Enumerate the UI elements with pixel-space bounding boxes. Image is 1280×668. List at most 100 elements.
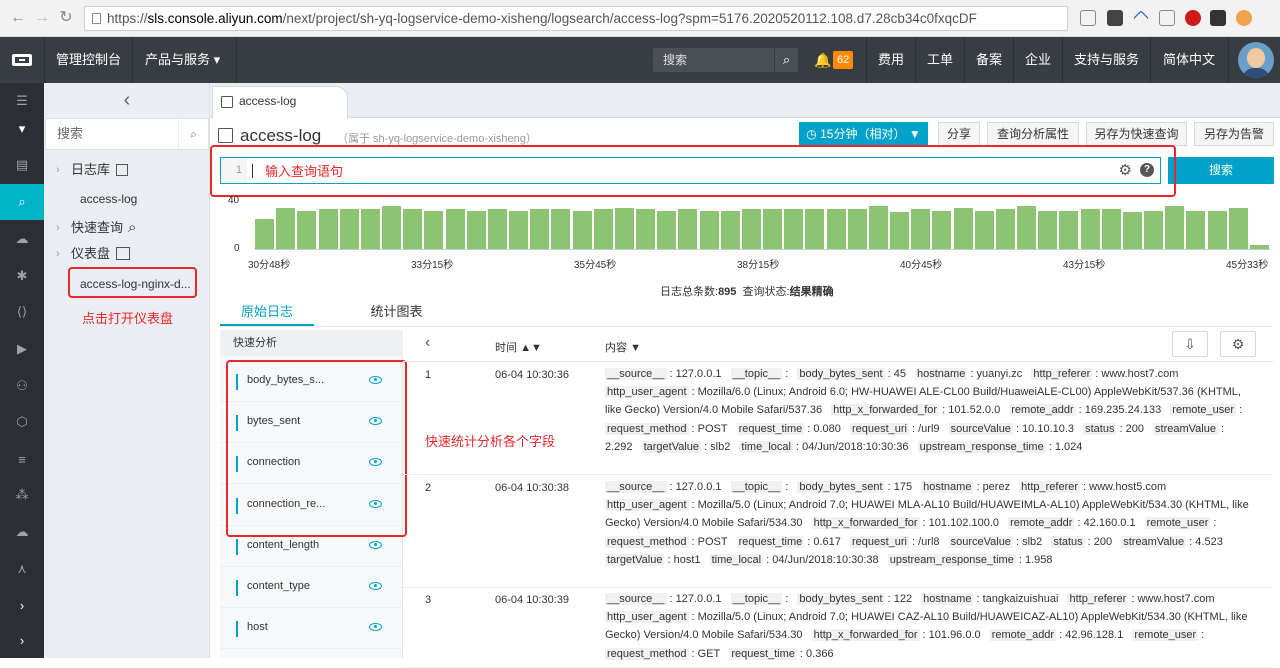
chevron-down-icon[interactable]: ▾ bbox=[0, 111, 44, 147]
histogram-bar[interactable] bbox=[784, 209, 804, 249]
dashboard-item[interactable]: access-log-nginx-d... bbox=[80, 277, 191, 291]
field-value[interactable]: 04/Jun/2018:10:30:38 bbox=[772, 554, 878, 566]
field-value[interactable]: 127.0.0.1 bbox=[676, 593, 722, 605]
quick-field-item[interactable]: body_bytes_s... bbox=[220, 361, 402, 402]
histogram-bar[interactable] bbox=[276, 207, 296, 249]
field-value[interactable]: 175 bbox=[894, 481, 912, 493]
histogram-bar[interactable] bbox=[360, 209, 380, 249]
field-key[interactable]: remote_addr bbox=[1009, 404, 1076, 417]
download-icon[interactable]: ⇩ bbox=[1172, 331, 1208, 357]
field-key[interactable]: body_bytes_sent bbox=[797, 593, 885, 605]
field-value[interactable]: 42.160.0.1 bbox=[1084, 517, 1136, 529]
field-key[interactable]: http_user_agent bbox=[605, 499, 689, 512]
menu-support[interactable]: 支持与服务 bbox=[1074, 37, 1139, 83]
quick-field-item[interactable]: host bbox=[220, 608, 402, 650]
extension-a-icon[interactable] bbox=[1133, 10, 1149, 26]
field-value[interactable]: /url8 bbox=[918, 536, 939, 548]
reader-icon[interactable] bbox=[1080, 10, 1096, 26]
field-value[interactable]: 127.0.0.1 bbox=[676, 481, 722, 493]
reload-icon[interactable]: ↻ bbox=[56, 8, 76, 28]
histogram-bar[interactable] bbox=[911, 209, 931, 249]
field-key[interactable]: remote_addr bbox=[989, 629, 1057, 642]
eye-icon[interactable] bbox=[369, 540, 382, 549]
database-icon[interactable]: ▤ bbox=[0, 147, 44, 183]
field-key[interactable]: http_user_agent bbox=[605, 611, 689, 624]
field-key[interactable]: remote_user bbox=[1132, 629, 1199, 642]
histogram-bar[interactable] bbox=[1017, 206, 1037, 249]
sidebar-item-quick-query[interactable]: › 快速查询 ⌕ bbox=[44, 215, 210, 241]
tab-charts[interactable]: 统计图表 bbox=[324, 299, 469, 326]
field-key[interactable]: body_bytes_sent bbox=[797, 368, 885, 380]
field-value[interactable]: 200 bbox=[1126, 423, 1144, 435]
field-value[interactable]: 4.523 bbox=[1195, 536, 1223, 548]
histogram-bar[interactable] bbox=[1228, 207, 1248, 249]
menu-language[interactable]: 简体中文 bbox=[1163, 37, 1215, 83]
field-key[interactable]: sourceValue bbox=[948, 422, 1013, 435]
histogram-bar[interactable] bbox=[1101, 209, 1121, 249]
histogram-bar[interactable] bbox=[1122, 211, 1142, 249]
code-icon[interactable]: ⟨⟩ bbox=[0, 294, 44, 330]
field-key[interactable]: sourceValue bbox=[948, 535, 1013, 548]
sidebar-search-input[interactable]: 搜索 ⌕ bbox=[45, 118, 209, 150]
histogram-bar[interactable] bbox=[445, 209, 465, 249]
adblock-icon[interactable] bbox=[1185, 10, 1201, 26]
field-value[interactable]: host1 bbox=[674, 554, 701, 566]
histogram-bar[interactable] bbox=[995, 209, 1015, 249]
histogram-bar[interactable] bbox=[974, 210, 994, 249]
histogram-bar[interactable] bbox=[530, 209, 550, 249]
field-key[interactable]: __source__ bbox=[605, 481, 667, 493]
bell-icon[interactable]: 🔔 bbox=[814, 37, 831, 83]
histogram-bar[interactable] bbox=[826, 209, 846, 249]
field-key[interactable]: hostname bbox=[921, 593, 974, 605]
extension-c-icon[interactable] bbox=[1236, 10, 1252, 26]
field-value[interactable]: www.host7.com bbox=[1101, 368, 1178, 380]
gear-icon[interactable]: ⚙ bbox=[1119, 161, 1132, 179]
sidebar-item-logstore[interactable]: › 日志库 bbox=[44, 157, 210, 183]
back-icon[interactable]: ← bbox=[8, 8, 28, 28]
query-input[interactable]: 1 输入查询语句 ⚙ ? bbox=[220, 157, 1161, 184]
histogram-bar[interactable] bbox=[720, 210, 740, 249]
histogram-bar[interactable] bbox=[318, 209, 338, 249]
search-icon[interactable]: ⌕ bbox=[774, 48, 798, 72]
save-quick-query-button[interactable]: 另存为快速查询 bbox=[1086, 122, 1187, 146]
console-link[interactable]: 管理控制台 bbox=[56, 37, 121, 83]
cube-icon[interactable]: ⬡ bbox=[0, 404, 44, 440]
histogram-bar[interactable] bbox=[1038, 210, 1058, 249]
eye-icon[interactable] bbox=[369, 499, 382, 508]
histogram-bars[interactable] bbox=[254, 195, 1270, 250]
col-time[interactable]: 时间 ▲▼ bbox=[495, 339, 542, 355]
table-row[interactable]: 1 06-04 10:30:36 __source__: 127.0.0.1 __t… bbox=[403, 363, 1273, 475]
histogram-bar[interactable] bbox=[1080, 209, 1100, 249]
histogram-bar[interactable] bbox=[890, 211, 910, 249]
table-row[interactable]: 3 06-04 10:30:39 __source__: 127.0.0.1 __t… bbox=[403, 588, 1273, 668]
top-search-input[interactable]: 搜索 ⌕ bbox=[653, 48, 798, 72]
cloud-upload-icon[interactable]: ☁ bbox=[0, 514, 44, 550]
field-key[interactable]: hostname bbox=[921, 481, 974, 493]
field-key[interactable]: time_local bbox=[709, 553, 764, 566]
histogram-bar[interactable] bbox=[847, 209, 867, 249]
field-key[interactable]: remote_user bbox=[1144, 517, 1211, 530]
play-icon[interactable]: ▶ bbox=[0, 331, 44, 367]
query-props-button[interactable]: 查询分析属性 bbox=[987, 122, 1079, 146]
field-value[interactable]: 169.235.24.133 bbox=[1085, 404, 1161, 416]
eye-icon[interactable] bbox=[369, 458, 382, 467]
field-value[interactable]: 127.0.0.1 bbox=[676, 368, 722, 380]
field-value[interactable]: perez bbox=[983, 481, 1011, 493]
histogram-bar[interactable] bbox=[699, 210, 719, 249]
search-icon[interactable]: ⌕ bbox=[178, 119, 208, 149]
field-key[interactable]: status bbox=[1051, 535, 1085, 548]
aliyun-logo-icon[interactable] bbox=[0, 37, 44, 83]
field-key[interactable]: http_x_forwarded_for bbox=[811, 517, 920, 530]
eye-icon[interactable] bbox=[369, 376, 382, 384]
field-key[interactable]: __topic__ bbox=[730, 481, 783, 493]
field-value[interactable]: 101.96.0.0 bbox=[929, 629, 981, 641]
histogram-bar[interactable] bbox=[424, 210, 444, 249]
collapse-icon[interactable]: ‹ bbox=[425, 334, 430, 352]
quick-field-item[interactable]: content_length bbox=[220, 526, 402, 567]
histogram-bar[interactable] bbox=[868, 206, 888, 249]
menu-ticket[interactable]: 工单 bbox=[927, 37, 953, 83]
menu-icp[interactable]: 备案 bbox=[976, 37, 1002, 83]
histogram-bar[interactable] bbox=[572, 210, 592, 249]
tab-raw-logs[interactable]: 原始日志 bbox=[220, 299, 314, 326]
address-bar[interactable]: https://sls.console.aliyun.com/next/proj… bbox=[84, 6, 1068, 31]
